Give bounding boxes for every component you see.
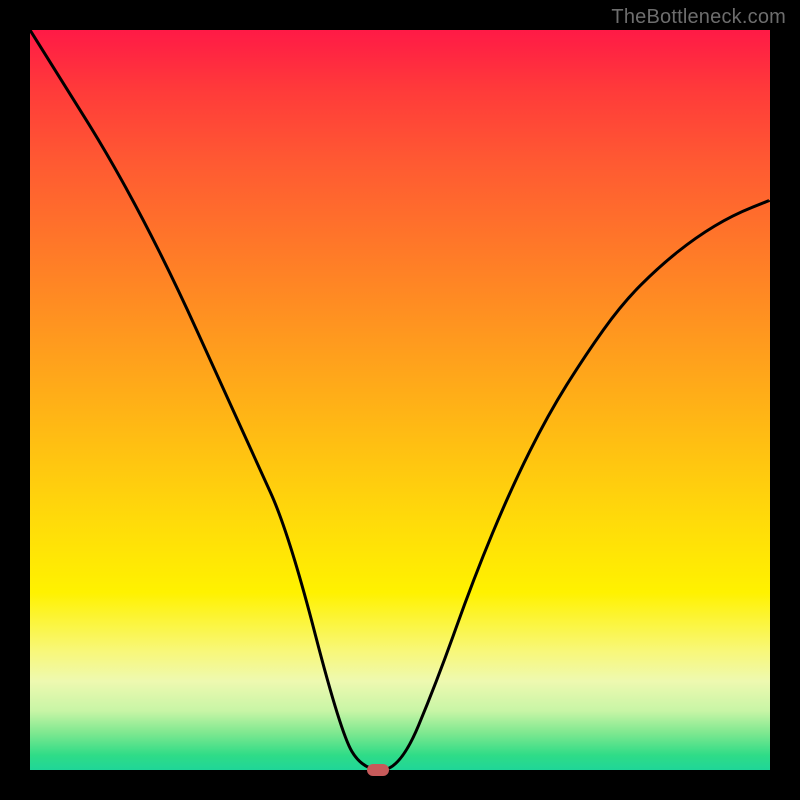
- watermark-text: TheBottleneck.com: [611, 6, 786, 29]
- optimum-marker: [367, 764, 389, 776]
- gradient-background: [30, 30, 770, 770]
- chart-container: TheBottleneck.com: [0, 0, 800, 800]
- plot-area: [30, 30, 770, 770]
